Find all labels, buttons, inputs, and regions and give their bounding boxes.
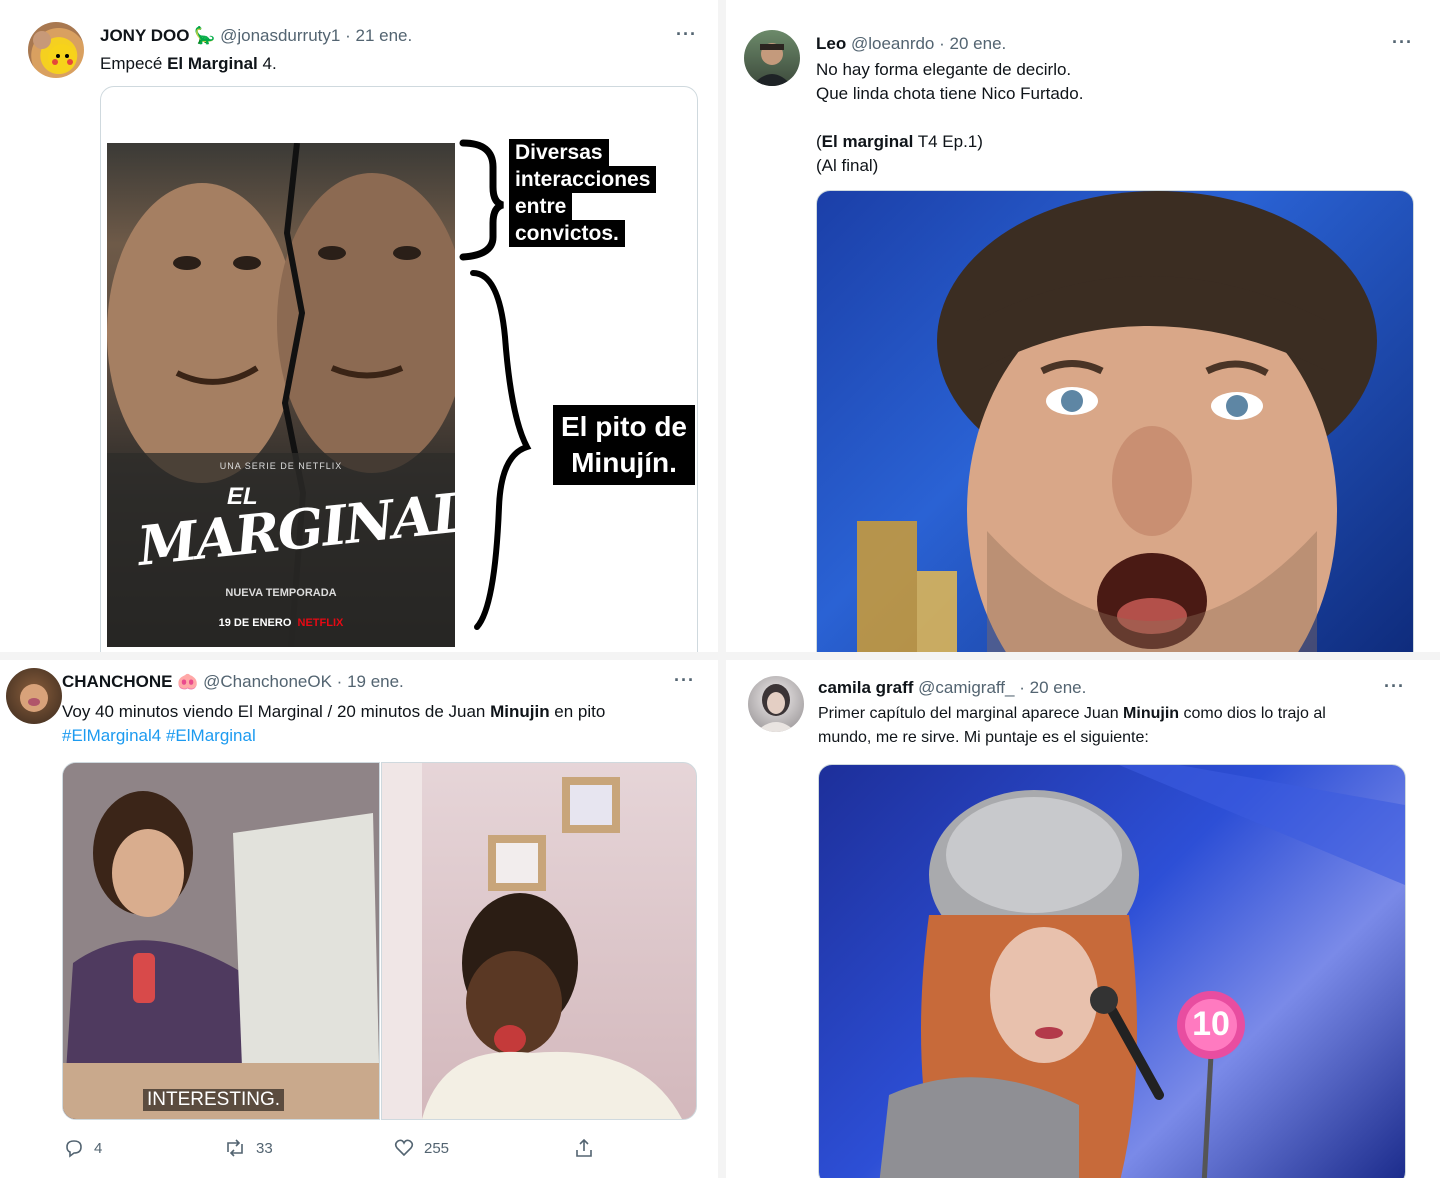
tweet-date[interactable]: 20 ene. [1030, 678, 1087, 697]
tweet-media-photo[interactable] [816, 190, 1414, 652]
more-options-icon[interactable]: ··· [676, 24, 697, 45]
display-name[interactable]: camila graff [818, 678, 913, 697]
tweet-card-2[interactable]: Leo @loeanrdo · 20 ene. ··· No hay forma… [726, 12, 1432, 652]
tweet-media-gif-right[interactable] [381, 762, 697, 1120]
tweet-media-gif-left[interactable]: INTERESTING. [62, 762, 380, 1120]
display-name[interactable]: Leo [816, 34, 846, 53]
tweet-date[interactable]: 21 ene. [355, 26, 412, 45]
tweet-text: No hay forma elegante de decirlo. Que li… [816, 60, 1084, 175]
tweet-header: Leo @loeanrdo · 20 ene. [816, 34, 1007, 53]
tweet-text: Empecé El Marginal 4. [100, 54, 277, 73]
reply-bubble-icon [66, 1140, 82, 1158]
handle[interactable]: @camigraff_ [918, 678, 1014, 697]
person-avatar-icon [752, 43, 792, 86]
tweet-card-4[interactable]: camila graff @camigraff_ · 20 ene. ··· P… [726, 660, 1432, 1178]
retweet-button[interactable]: 33 [224, 1138, 273, 1158]
avatar[interactable] [744, 30, 800, 86]
reply-button[interactable]: 4 [64, 1138, 102, 1158]
dino-emoji-icon: 🦕 [194, 26, 216, 45]
handle[interactable]: @loeanrdo [851, 34, 934, 53]
tweet-card-1[interactable]: JONY DOO 🦕 @jonasdurruty1 · 21 ene. ··· … [10, 12, 710, 652]
row-divider [0, 652, 1440, 660]
tweet-media-photo[interactable]: 10 [818, 764, 1406, 1178]
tweet-header: camila graff @camigraff_ · 20 ene. [818, 678, 1087, 697]
pig-nose-emoji-icon: 🐽 [177, 672, 199, 691]
share-button[interactable] [574, 1138, 594, 1158]
like-count: 255 [424, 1139, 450, 1157]
tweet-date[interactable]: 20 ene. [950, 34, 1007, 53]
score-paddle: 10 [1192, 1005, 1230, 1043]
tweet-header: JONY DOO 🦕 @jonasdurruty1 · 21 ene. [100, 26, 413, 45]
pikachu-avatar-icon [33, 31, 76, 72]
avatar[interactable] [748, 676, 804, 732]
pig-avatar-icon [20, 684, 48, 712]
tweet-header: CHANCHONE 🐽 @ChanchoneOK · 19 ene. [62, 672, 404, 691]
tweet-text: Voy 40 minutos viendo El Marginal / 20 m… [62, 702, 606, 745]
gif-caption: INTERESTING. [143, 1089, 285, 1111]
woman-avatar-icon [756, 684, 796, 732]
more-options-icon[interactable]: ··· [1392, 32, 1413, 53]
tweet-text: Primer capítulo del marginal aparece Jua… [818, 705, 1326, 746]
fur-hat-woman-photo [879, 765, 1405, 1178]
retweet-icon [227, 1139, 243, 1157]
handle[interactable]: @jonasdurruty1 [220, 26, 340, 45]
meme-label-top: Diversas interacciones entre convictos. [509, 139, 657, 247]
meme-label-bottom: El pito de Minujín. [553, 405, 695, 485]
retweet-count: 33 [256, 1139, 273, 1157]
column-divider [718, 0, 726, 1178]
more-options-icon[interactable]: ··· [1384, 676, 1405, 697]
avatar[interactable] [28, 22, 84, 78]
heart-icon [394, 1139, 414, 1157]
like-button[interactable]: 255 [394, 1138, 449, 1158]
hashtag-link[interactable]: #ElMarginal4 [62, 726, 161, 745]
tweet-card-3[interactable]: CHANCHONE 🐽 @ChanchoneOK · 19 ene. ··· V… [0, 660, 718, 1178]
share-upload-icon [576, 1138, 592, 1157]
avatar[interactable] [6, 668, 62, 724]
handle[interactable]: @ChanchoneOK [203, 672, 332, 691]
girl-computer-photo [63, 763, 379, 1119]
reply-count: 4 [94, 1139, 103, 1157]
tweet-media-meme[interactable]: UNA SERIE DE NETFLIX MARGINAL4 EL NUEVA … [100, 86, 698, 652]
display-name[interactable]: JONY DOO [100, 26, 189, 45]
more-options-icon[interactable]: ··· [674, 670, 695, 691]
display-name[interactable]: CHANCHONE [62, 672, 173, 691]
man-face-photo [857, 191, 1377, 652]
hashtag-link[interactable]: #ElMarginal [166, 726, 256, 745]
tweet-date[interactable]: 19 ene. [347, 672, 404, 691]
woman-screaming-photo [382, 763, 682, 1119]
